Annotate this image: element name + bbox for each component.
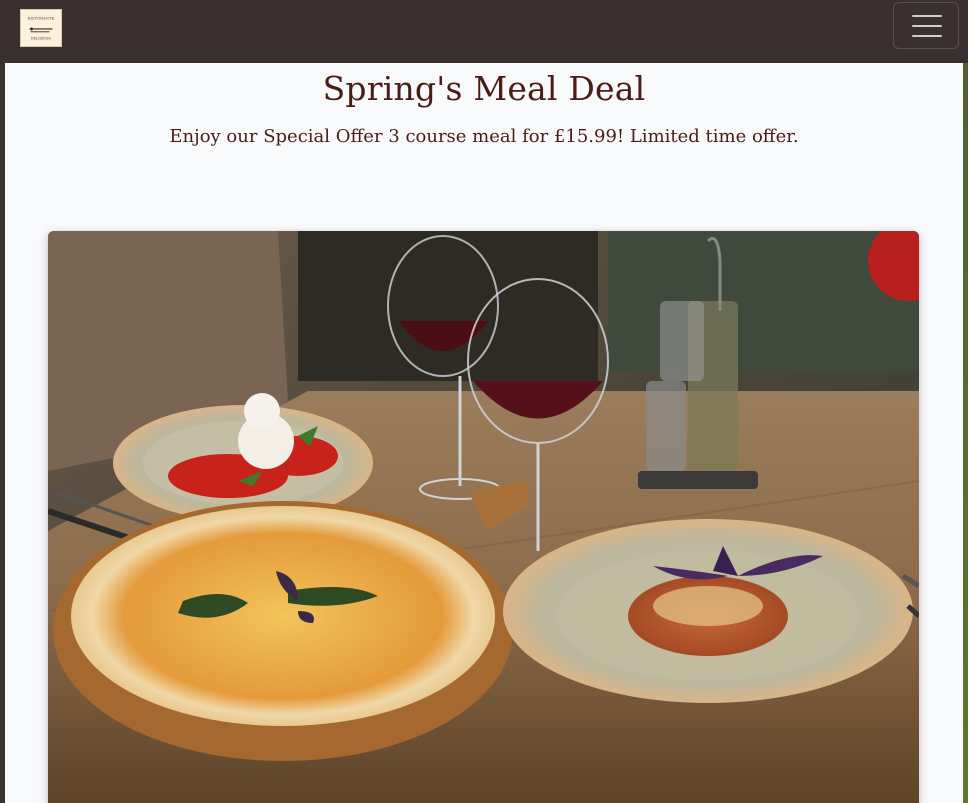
hamburger-icon-line-3	[912, 35, 942, 37]
logo-icon: RISTORANTE DELIZIOSO	[28, 15, 55, 40]
meal-photo	[48, 231, 919, 803]
hamburger-icon-line-1	[912, 15, 942, 17]
offer-subtitle: Enjoy our Special Offer 3 course meal fo…	[169, 126, 799, 147]
brand-logo[interactable]: RISTORANTE DELIZIOSO	[20, 9, 62, 47]
hamburger-icon-line-2	[912, 25, 942, 27]
page-edge	[963, 63, 968, 803]
menu-toggle-button[interactable]	[893, 2, 959, 49]
main-content: Spring's Meal Deal Enjoy our Special Off…	[5, 63, 963, 803]
navbar: RISTORANTE DELIZIOSO	[0, 0, 968, 63]
page-title: Spring's Meal Deal	[322, 69, 646, 108]
logo-text-top: RISTORANTE	[28, 15, 55, 20]
meal-photo-icon	[48, 231, 919, 803]
logo-text-bottom: DELIZIOSO	[31, 36, 52, 40]
